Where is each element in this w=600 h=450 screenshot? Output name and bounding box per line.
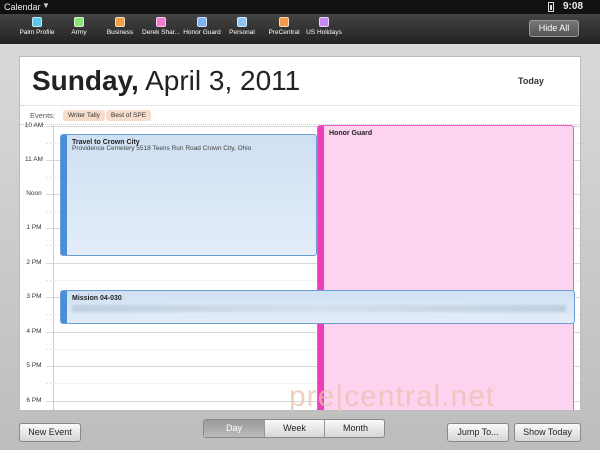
hour-label: 1 PM xyxy=(26,224,42,231)
event-color-bar xyxy=(61,135,67,255)
tab-week[interactable]: Week xyxy=(265,420,325,437)
hour-label: 6 PM xyxy=(26,397,42,404)
redacted-location xyxy=(72,305,566,312)
tab-day[interactable]: Day xyxy=(204,420,265,437)
all-day-event-writer-tally[interactable]: Writer Tally xyxy=(63,110,105,121)
hour-label: 4 PM xyxy=(26,328,42,335)
time-axis xyxy=(53,125,54,410)
calendar-color-icon xyxy=(279,17,289,27)
hour-label: Noon xyxy=(26,190,42,197)
page-title: Sunday, April 3, 2011 xyxy=(32,65,300,97)
calendar-color-icon xyxy=(197,17,207,27)
app-menu-label[interactable]: Calendar xyxy=(4,2,41,12)
calendar-chip-label: US Holidays xyxy=(306,29,342,36)
event-location: Providence Cemetery 5518 Teens Run Road … xyxy=(72,145,252,152)
day-view-card: Sunday, April 3, 2011 Today Events: Writ… xyxy=(19,56,581,411)
status-bar: Calendar ▼ 9:08 xyxy=(0,0,600,14)
view-switcher: Day Week Month xyxy=(203,419,385,438)
events-label: Events: xyxy=(30,111,56,120)
event-honor-guard[interactable]: Honor Guard xyxy=(317,125,574,410)
new-event-button[interactable]: New Event xyxy=(19,423,81,442)
status-clock: 9:08 xyxy=(563,1,584,12)
event-mission-04-030[interactable]: Mission 04-030 xyxy=(60,290,575,324)
all-day-events-row: Events: Writer Tally Best of SPE xyxy=(20,105,580,125)
hour-label: 10 AM xyxy=(24,122,44,129)
calendar-chip-label: Personal xyxy=(229,29,255,36)
calendar-chip-us-holidays[interactable]: US Holidays xyxy=(296,17,352,36)
hour-label: 3 PM xyxy=(26,293,42,300)
calendar-chip-label: PreCentral xyxy=(268,29,300,36)
app-menu-caret-icon[interactable]: ▼ xyxy=(42,1,50,10)
calendar-color-icon xyxy=(319,17,329,27)
all-day-event-best-of-spe[interactable]: Best of SPE xyxy=(106,110,152,121)
calendar-color-icon xyxy=(237,17,247,27)
event-color-bar xyxy=(61,291,67,323)
hour-label: 11 AM xyxy=(25,156,43,163)
calendar-filter-bar: Palm Profile Army Business Derek Shar...… xyxy=(0,14,600,44)
calendar-color-icon xyxy=(74,17,84,27)
day-timeline[interactable]: 10 AM 11 AM Noon 1 PM 2 PM 3 PM 4 PM 5 P… xyxy=(20,122,580,410)
calendar-color-icon xyxy=(156,17,166,27)
calendar-color-icon xyxy=(115,17,125,27)
hide-all-button[interactable]: Hide All xyxy=(529,20,579,37)
hour-label: 2 PM xyxy=(26,259,42,266)
battery-icon xyxy=(548,2,554,12)
event-title: Honor Guard xyxy=(329,130,373,137)
today-link[interactable]: Today xyxy=(518,76,544,86)
jump-to-button[interactable]: Jump To... xyxy=(447,423,509,442)
calendar-chip-label: Palm Profile xyxy=(19,29,55,36)
date-label: April 3, 2011 xyxy=(145,65,301,96)
event-color-bar xyxy=(318,126,324,410)
calendar-chip-label: Army xyxy=(71,29,87,36)
event-title: Mission 04-030 xyxy=(72,295,122,302)
watermark: pre|central.net xyxy=(289,380,496,413)
show-today-button[interactable]: Show Today xyxy=(514,423,581,442)
calendar-chip-label: Business xyxy=(106,29,134,36)
event-travel-to-crown-city[interactable]: Travel to Crown City Providence Cemetery… xyxy=(60,134,317,256)
tab-month[interactable]: Month xyxy=(325,420,384,437)
day-name: Sunday, xyxy=(32,65,139,96)
hour-label: 5 PM xyxy=(26,362,42,369)
calendar-color-icon xyxy=(32,17,42,27)
